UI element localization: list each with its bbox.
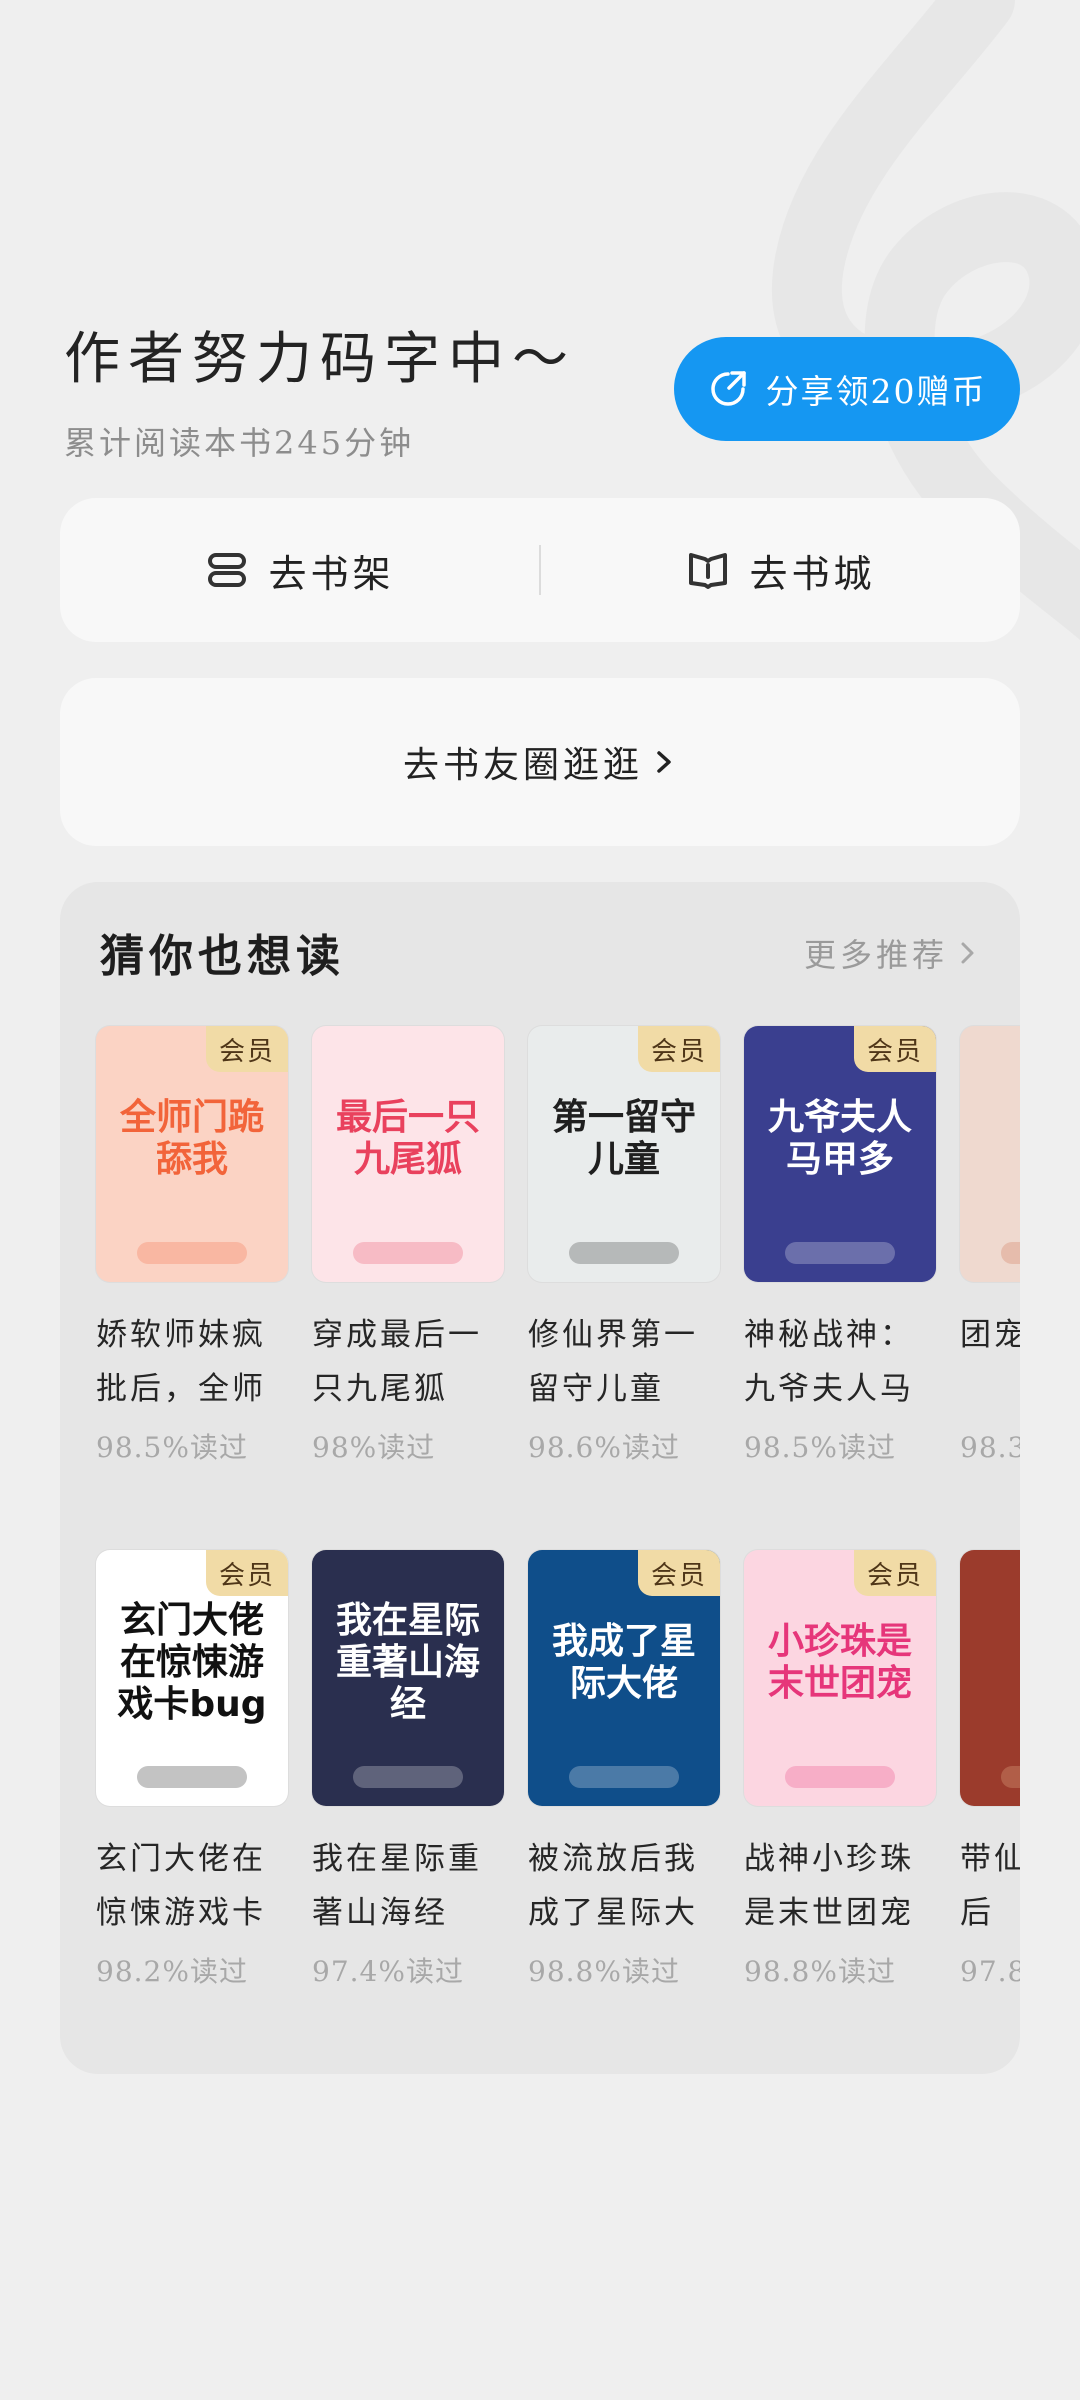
book-card[interactable]: 带仙门飞升后 97.8%读过 — [960, 1550, 1020, 2010]
more-recommend-label: 更多推荐 — [803, 936, 948, 974]
book-read-rate: 97.8%读过 — [960, 1955, 1020, 1988]
book-cover-title: 我成了星际大佬 — [551, 1620, 696, 1704]
book-cover-decoration — [1001, 1766, 1020, 1788]
book-cover[interactable] — [960, 1550, 1020, 1806]
book-cover-title: 第一留守儿童 — [551, 1096, 696, 1180]
nav-card: 去书架 去书城 — [60, 498, 1020, 642]
book-title: 神秘战神：九爷夫人马甲多 — [744, 1317, 914, 1407]
book-circle-label: 去书友圈逛逛 — [402, 745, 643, 786]
book-cover-title: 九爷夫人马甲多 — [767, 1096, 912, 1180]
book-cover-decoration — [1001, 1242, 1020, 1264]
book-card[interactable]: 第一留守儿童 会员修仙界第一留守儿童 98.6%读过 — [528, 1026, 720, 1486]
recommendation-section: 猜你也想读 更多推荐 全师门跪舔我会员娇软师妹疯批后，全师门跪舔我98.5%读过… — [60, 882, 1020, 2074]
share-icon — [710, 371, 746, 406]
book-read-rate: 97.4%读过 — [312, 1955, 464, 1988]
book-cover-title: 小珍珠是末世团宠 — [767, 1620, 912, 1704]
vip-badge: 会员 — [854, 1550, 936, 1596]
book-title: 玄门大佬在惊悚游戏卡bug — [96, 1841, 266, 1931]
book-cover[interactable]: 玄门大佬在惊悚游戏卡bug 会员 — [96, 1550, 288, 1806]
book-cover[interactable]: 九爷夫人马甲多 会员 — [744, 1026, 936, 1282]
go-bookstore-button[interactable]: 去书城 — [541, 498, 1020, 642]
book-card[interactable]: 团宠公主， 98.3%读过 — [960, 1026, 1020, 1486]
book-title: 战神小珍珠是末世团宠 — [744, 1841, 914, 1931]
book-cover-decoration — [569, 1242, 679, 1264]
book-cover-title: 我在星际重著山海经 — [335, 1599, 480, 1725]
book-card[interactable]: 玄门大佬在惊悚游戏卡bug会员玄门大佬在惊悚游戏卡bug98.2%读过 — [96, 1550, 288, 2010]
book-read-rate: 98.6%读过 — [528, 1431, 680, 1464]
book-read-rate: 98.2%读过 — [96, 1955, 248, 1988]
book-cover-title: 最后一只九尾狐 — [335, 1096, 480, 1180]
recommendation-title: 猜你也想读 — [100, 931, 345, 982]
book-title: 娇软师妹疯批后，全师门跪舔我 — [96, 1317, 266, 1407]
book-cover[interactable]: 全师门跪舔我 会员 — [96, 1026, 288, 1282]
book-row: 全师门跪舔我 会员娇软师妹疯批后，全师门跪舔我 98.5%读过 最后一只九尾狐穿成最后… — [96, 1026, 1020, 1486]
go-bookstore-label: 去书城 — [749, 551, 876, 596]
book-title: 团宠公主， — [960, 1317, 1020, 1353]
book-cover-decoration — [785, 1766, 895, 1788]
book-read-rate: 98.5%读过 — [96, 1431, 248, 1464]
share-button-label: 分享领20赠币 — [765, 372, 987, 411]
book-cover[interactable]: 第一留守儿童 会员 — [528, 1026, 720, 1282]
book-read-rate: 98.8%读过 — [744, 1955, 896, 1988]
share-button[interactable]: 分享领20赠币 — [674, 337, 1020, 441]
chevron-right-icon — [961, 942, 974, 964]
book-title: 被流放后我成了星际大佬 — [528, 1841, 698, 1931]
book-row: 玄门大佬在惊悚游戏卡bug会员玄门大佬在惊悚游戏卡bug98.2%读过我在星际重… — [96, 1550, 1020, 2010]
book-card[interactable]: 九爷夫人马甲多 会员神秘战神：九爷夫人马甲多 98.5%读过 — [744, 1026, 936, 1486]
vip-badge: 会员 — [206, 1550, 288, 1596]
open-book-icon — [689, 553, 728, 589]
vip-badge: 会员 — [854, 1026, 936, 1072]
book-cover-decoration — [353, 1766, 463, 1788]
book-read-rate: 98.8%读过 — [528, 1955, 680, 1988]
book-cover-decoration — [137, 1242, 247, 1264]
book-read-rate: 98.5%读过 — [744, 1431, 896, 1464]
book-cover[interactable]: 我成了星际大佬 会员 — [528, 1550, 720, 1806]
vip-badge: 会员 — [638, 1550, 720, 1596]
book-cover-decoration — [785, 1242, 895, 1264]
book-cover-decoration — [569, 1766, 679, 1788]
book-read-rate: 98%读过 — [312, 1431, 436, 1464]
book-title: 我在星际重著山海经 — [312, 1841, 482, 1931]
book-title: 带仙门飞升后 — [960, 1841, 1020, 1931]
book-circle-button[interactable]: 去书友圈逛逛 — [60, 678, 1020, 846]
book-card[interactable]: 我成了星际大佬 会员被流放后我成了星际大佬 98.8%读过 — [528, 1550, 720, 2010]
book-cover[interactable]: 小珍珠是末世团宠 会员 — [744, 1550, 936, 1806]
book-title: 修仙界第一留守儿童 — [528, 1317, 698, 1407]
bookshelf-icon — [208, 553, 247, 587]
book-cover[interactable]: 我在星际重著山海经 — [312, 1550, 504, 1806]
book-cover-decoration — [137, 1766, 247, 1788]
page-title: 作者努力码字中～ — [64, 327, 576, 392]
reading-time-text: 累计阅读本书245分钟 — [64, 424, 415, 462]
book-read-rate: 98.3%读过 — [960, 1431, 1020, 1464]
book-card[interactable]: 最后一只九尾狐穿成最后一只九尾狐 98%读过 — [312, 1026, 504, 1486]
go-bookshelf-button[interactable]: 去书架 — [60, 498, 539, 642]
book-cover-title: 全师门跪舔我 — [119, 1096, 264, 1180]
book-title: 穿成最后一只九尾狐 — [312, 1317, 482, 1407]
more-recommend-link[interactable]: 更多推荐 — [804, 930, 976, 976]
book-cover[interactable]: 最后一只九尾狐 — [312, 1026, 504, 1282]
book-card[interactable]: 全师门跪舔我 会员娇软师妹疯批后，全师门跪舔我 98.5%读过 — [96, 1026, 288, 1486]
go-bookshelf-label: 去书架 — [268, 551, 395, 596]
chevron-right-icon — [657, 751, 671, 773]
book-cover[interactable] — [960, 1026, 1020, 1282]
book-cover-decoration — [353, 1242, 463, 1264]
book-cover-title: 玄门大佬在惊悚游戏卡bug — [117, 1599, 267, 1725]
book-card[interactable]: 小珍珠是末世团宠 会员战神小珍珠是末世团宠 98.8%读过 — [744, 1550, 936, 2010]
vip-badge: 会员 — [638, 1026, 720, 1072]
book-card[interactable]: 我在星际重著山海经 我在星际重著山海经 97.4%读过 — [312, 1550, 504, 2010]
vip-badge: 会员 — [206, 1026, 288, 1072]
